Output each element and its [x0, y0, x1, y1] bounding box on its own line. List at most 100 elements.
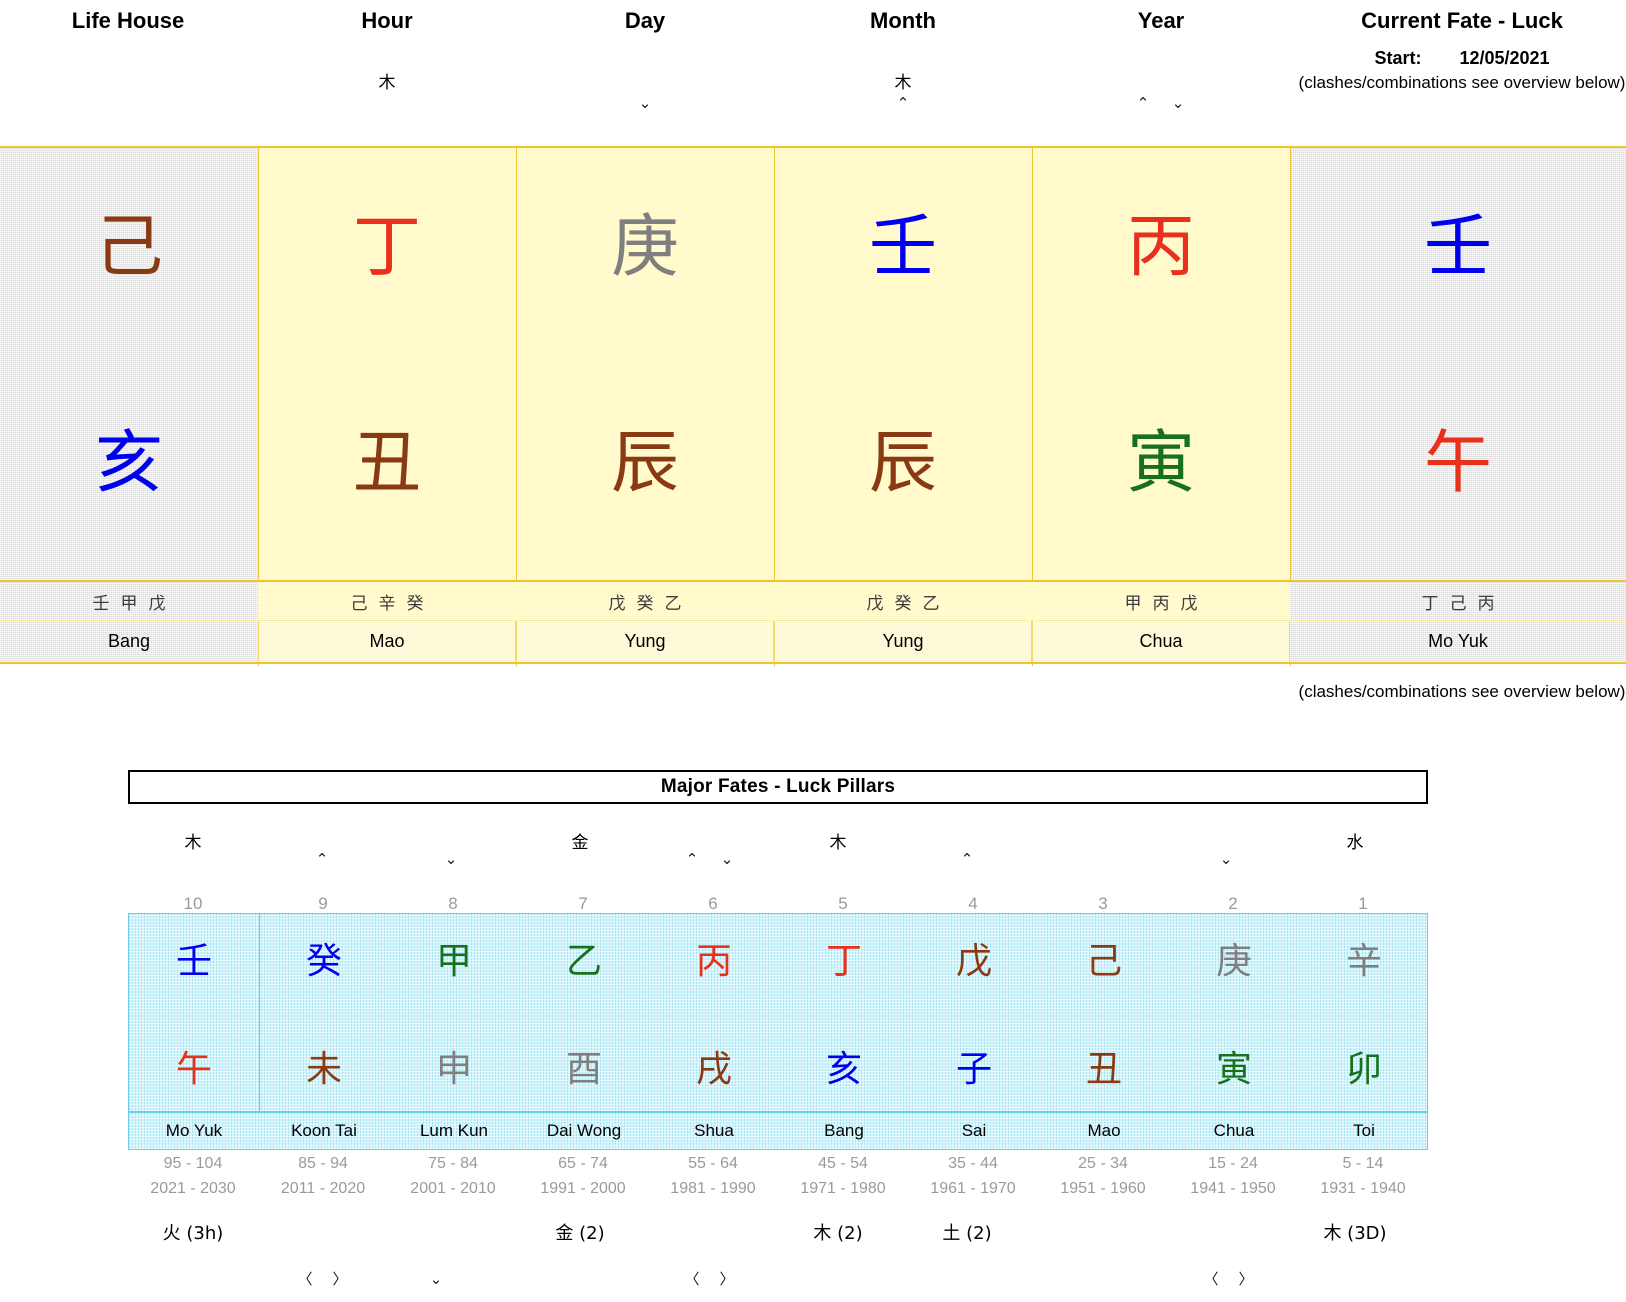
header-element-mark: 木: [873, 68, 933, 93]
hidden-stems-month: 戊癸乙: [774, 582, 1032, 620]
hidden-stem-glyph: 戊: [1181, 589, 1198, 614]
bottom-clash-arrow-icon: 〈: [1196, 1272, 1226, 1287]
clash-arrow-icon: ⌃: [888, 96, 918, 111]
element-count-label: 火 (3h): [113, 1219, 273, 1245]
clash-arrow-icon: ⌄: [630, 96, 660, 111]
luck-year-range: 1971 - 1980: [773, 1180, 913, 1198]
heavenly-stem-life-house: 己: [0, 214, 258, 282]
luck-pillar-cell-7[interactable]: 乙酉: [519, 914, 649, 1111]
luck-stem: 甲: [389, 944, 519, 980]
luck-pillar-cell-1[interactable]: 辛卯: [1299, 914, 1429, 1111]
hidden-stem-glyph: 癸: [895, 589, 912, 614]
luck-age-range: 35 - 44: [908, 1155, 1038, 1173]
hidden-stems-hour: 己辛癸: [258, 582, 516, 620]
earthly-branch-day: 辰: [516, 430, 774, 498]
luck-stage-name: Dai Wong: [519, 1113, 649, 1149]
luck-year-range: 1991 - 2000: [513, 1180, 653, 1198]
luck-pillar-cell-5[interactable]: 丁亥: [779, 914, 909, 1111]
current-fate-title: Current Fate - Luck: [1298, 8, 1626, 34]
luck-branch: 亥: [779, 1052, 909, 1088]
luck-pillar-cell-2[interactable]: 庚寅: [1169, 914, 1299, 1111]
luck-stem: 丁: [779, 944, 909, 980]
hidden-stem-glyph: 甲: [121, 589, 138, 614]
luck-stage-name: Chua: [1169, 1113, 1299, 1149]
luck-stage-name: Sai: [909, 1113, 1039, 1149]
hidden-stem-glyph: 戊: [867, 589, 884, 614]
element-count-label: 土 (2): [887, 1219, 1047, 1245]
luck-stage-name: Koon Tai: [259, 1113, 389, 1149]
hidden-stem-glyph: 乙: [923, 589, 940, 614]
luck-clash-arrow-icon: ⌄: [1211, 852, 1241, 867]
earthly-branch-year: 寅: [1032, 430, 1290, 498]
luck-year-range: 1941 - 1950: [1163, 1180, 1303, 1198]
column-title-hour: Hour: [237, 8, 537, 34]
luck-age-range: 65 - 74: [518, 1155, 648, 1173]
current-fate-note: (clashes/combinations see overview below…: [1298, 73, 1626, 93]
earthly-branch-hour: 丑: [258, 430, 516, 498]
bottom-clash-arrow-icon: 〈: [677, 1272, 707, 1287]
clash-arrow-icon: ⌄: [1163, 96, 1193, 111]
luck-pillar-number: 3: [1048, 894, 1158, 914]
luck-pillar-cell-10[interactable]: 壬午: [129, 914, 259, 1111]
luck-branch: 卯: [1299, 1052, 1429, 1088]
current-fate-header: Current Fate - Luck Start: 12/05/2021 (c…: [1298, 0, 1626, 93]
stage-name-current-fate: Mo Yuk: [1290, 621, 1626, 662]
luck-clash-arrow-icon: ⌄: [436, 852, 466, 867]
luck-stem: 乙: [519, 944, 649, 980]
start-label: Start:: [1374, 48, 1421, 69]
luck-clash-arrow-icon: ⌃: [677, 852, 707, 867]
current-fate-start-row: Start: 12/05/2021: [1298, 48, 1626, 69]
element-count-label: 金 (2): [500, 1219, 660, 1245]
luck-age-range: 25 - 34: [1038, 1155, 1168, 1173]
hidden-stems-life-house: 壬甲戊: [0, 582, 258, 620]
luck-pillar-cell-3[interactable]: 己丑: [1039, 914, 1169, 1111]
stage-name-year: Chua: [1032, 621, 1290, 662]
luck-branch: 酉: [519, 1052, 649, 1088]
luck-age-range: 55 - 64: [648, 1155, 778, 1173]
luck-pillar-cell-8[interactable]: 甲申: [389, 914, 519, 1111]
luck-element-mark: 金: [550, 828, 610, 853]
luck-pillar-cell-4[interactable]: 戊子: [909, 914, 1039, 1111]
luck-pillar-number: 1: [1308, 894, 1418, 914]
hidden-stems-band: 壬甲戊己辛癸戊癸乙戊癸乙甲丙戊丁己丙: [0, 580, 1626, 620]
hidden-stem-glyph: 戊: [149, 589, 166, 614]
stage-name-month: Yung: [774, 621, 1032, 662]
clash-note-below: (clashes/combinations see overview below…: [1298, 682, 1626, 702]
hidden-stem-glyph: 癸: [407, 589, 424, 614]
luck-pillar-number: 2: [1178, 894, 1288, 914]
major-fates-title: Major Fates - Luck Pillars: [128, 770, 1428, 804]
luck-stage-name: Shua: [649, 1113, 779, 1149]
earthly-branch-life-house: 亥: [0, 430, 258, 498]
earthly-branch-current-fate: 午: [1290, 430, 1626, 498]
hidden-stem-glyph: 丙: [1153, 589, 1170, 614]
luck-stem: 丙: [649, 944, 779, 980]
luck-branch: 未: [259, 1052, 389, 1088]
hidden-stem-glyph: 甲: [1125, 589, 1142, 614]
luck-element-mark: 木: [163, 828, 223, 853]
luck-pillar-cell-6[interactable]: 丙戌: [649, 914, 779, 1111]
stage-name-band: BangMaoYungYungChuaMo Yuk: [0, 620, 1626, 664]
luck-pillar-number: 10: [138, 894, 248, 914]
hidden-stems-current-fate: 丁己丙: [1290, 582, 1626, 620]
bottom-clash-arrow-icon: 〉: [1231, 1272, 1261, 1287]
clash-arrow-icon: ⌃: [1128, 96, 1158, 111]
hidden-stem-glyph: 戊: [609, 589, 626, 614]
column-title-month: Month: [753, 8, 1053, 34]
luck-branch: 午: [129, 1052, 259, 1088]
luck-branch: 申: [389, 1052, 519, 1088]
column-title-day: Day: [495, 8, 795, 34]
heavenly-stem-day: 庚: [516, 214, 774, 282]
luck-pillar-cell-9[interactable]: 癸未: [259, 914, 389, 1111]
luck-stem: 辛: [1299, 944, 1429, 980]
luck-age-range: 45 - 54: [778, 1155, 908, 1173]
luck-element-mark: 木: [808, 828, 868, 853]
luck-pillar-number: 5: [788, 894, 898, 914]
luck-year-range: 1981 - 1990: [643, 1180, 783, 1198]
luck-age-range: 95 - 104: [128, 1155, 258, 1173]
luck-age-range: 85 - 94: [258, 1155, 388, 1173]
luck-year-range: 1931 - 1940: [1293, 1180, 1433, 1198]
column-title-year: Year: [1011, 8, 1311, 34]
heavenly-stem-month: 壬: [774, 214, 1032, 282]
bottom-clash-arrow-icon: ⌄: [421, 1272, 451, 1287]
luck-age-range: 15 - 24: [1168, 1155, 1298, 1173]
